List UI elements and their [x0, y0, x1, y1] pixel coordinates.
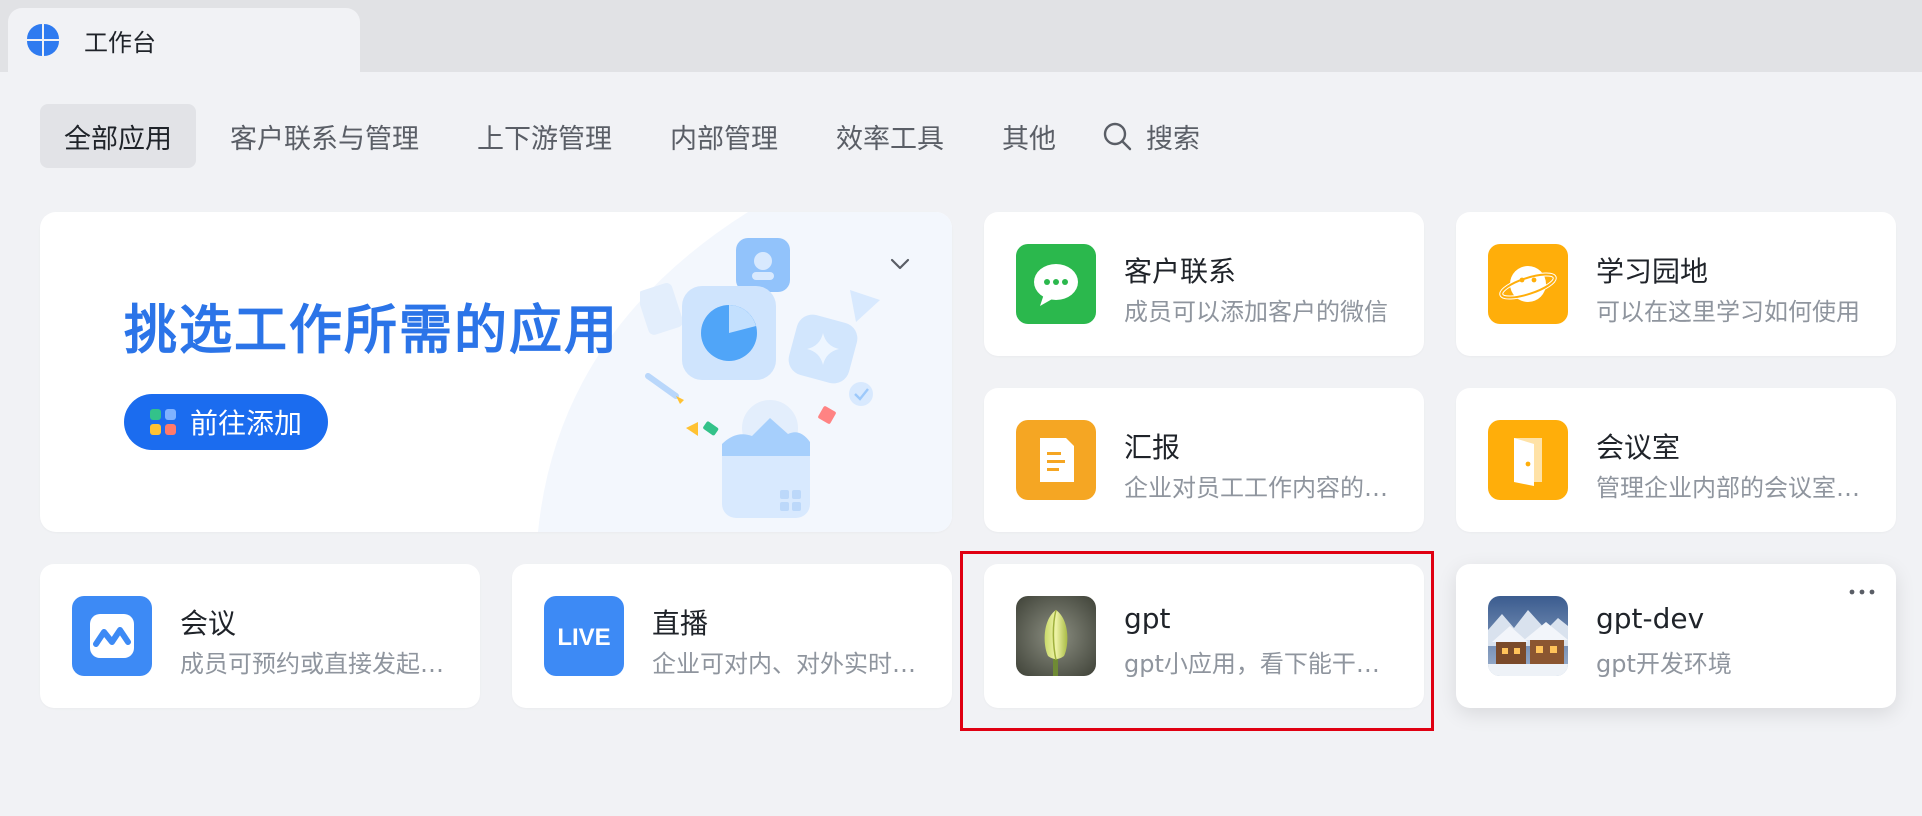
app-description: 企业对员工工作内容的汇报: [1124, 474, 1396, 502]
app-card-report[interactable]: 汇报 企业对员工工作内容的汇报: [984, 388, 1424, 532]
app-card-live[interactable]: LIVE 直播 企业可对内、对外实时直播: [512, 564, 952, 708]
workbench-logo-icon: [27, 24, 59, 56]
app-card-meeting-room[interactable]: 会议室 管理企业内部的会议室资源: [1456, 388, 1896, 532]
category-customer-contact[interactable]: 客户联系与管理: [206, 104, 443, 168]
document-icon: [1016, 420, 1096, 500]
app-name: gpt-dev: [1596, 602, 1705, 635]
app-description: 成员可预约或直接发起会议: [180, 650, 452, 678]
app-name: gpt: [1124, 602, 1171, 635]
app-name: 汇报: [1124, 431, 1181, 464]
title-bar: 工作台: [0, 0, 1922, 72]
more-options-icon[interactable]: [1844, 580, 1880, 604]
search-icon: [1103, 122, 1132, 151]
go-add-button-label: 前往添加: [190, 407, 303, 440]
app-name: 客户联系: [1124, 255, 1237, 288]
tulip-photo-icon: [1016, 596, 1096, 676]
app-name: 会议: [180, 607, 237, 640]
app-name: 直播: [652, 607, 709, 640]
go-add-button[interactable]: 前往添加: [124, 394, 329, 450]
app-name: 学习园地: [1596, 255, 1709, 288]
live-icon: LIVE: [544, 596, 624, 676]
category-nav: 全部应用 客户联系与管理 上下游管理 内部管理 效率工具 其他 搜索: [40, 104, 1234, 168]
app-card-gpt-dev[interactable]: gpt-dev gpt开发环境: [1456, 564, 1896, 708]
category-internal-management[interactable]: 内部管理: [646, 104, 802, 168]
app-description: 可以在这里学习如何使用: [1596, 298, 1860, 326]
snowy-cabin-photo-icon: [1488, 596, 1568, 676]
category-all-apps[interactable]: 全部应用: [40, 104, 196, 168]
search-label: 搜索: [1146, 123, 1200, 155]
door-icon: [1488, 420, 1568, 500]
app-description: gpt开发环境: [1596, 650, 1732, 678]
promo-banner: 挑选工作所需的应用 前往添加: [40, 212, 952, 532]
apps-grid-icon: [150, 409, 176, 435]
app-card-customer-contact[interactable]: 客户联系 成员可以添加客户的微信: [984, 212, 1424, 356]
banner-headline: 挑选工作所需的应用: [124, 300, 619, 361]
app-card-meeting[interactable]: 会议 成员可预约或直接发起会议: [40, 564, 480, 708]
svg-text:LIVE: LIVE: [557, 624, 610, 651]
app-card-gpt[interactable]: gpt gpt小应用，看下能干什么: [984, 564, 1424, 708]
workbench-tab[interactable]: 工作台: [8, 8, 360, 72]
app-description: 企业可对内、对外实时直播: [652, 650, 924, 678]
category-other[interactable]: 其他: [978, 104, 1080, 168]
category-supply-chain[interactable]: 上下游管理: [453, 104, 636, 168]
search-button[interactable]: 搜索: [1090, 104, 1224, 168]
meeting-icon: [72, 596, 152, 676]
chat-bubble-icon: [1016, 244, 1096, 324]
app-name: 会议室: [1596, 431, 1681, 464]
app-description: 管理企业内部的会议室资源: [1596, 474, 1868, 502]
category-efficiency-tools[interactable]: 效率工具: [812, 104, 968, 168]
tab-title: 工作台: [84, 28, 156, 57]
planet-icon: [1488, 244, 1568, 324]
app-card-learning-garden[interactable]: 学习园地 可以在这里学习如何使用: [1456, 212, 1896, 356]
app-description: 成员可以添加客户的微信: [1124, 298, 1388, 326]
apps-illustration: [640, 238, 880, 518]
app-description: gpt小应用，看下能干什么: [1124, 650, 1396, 678]
